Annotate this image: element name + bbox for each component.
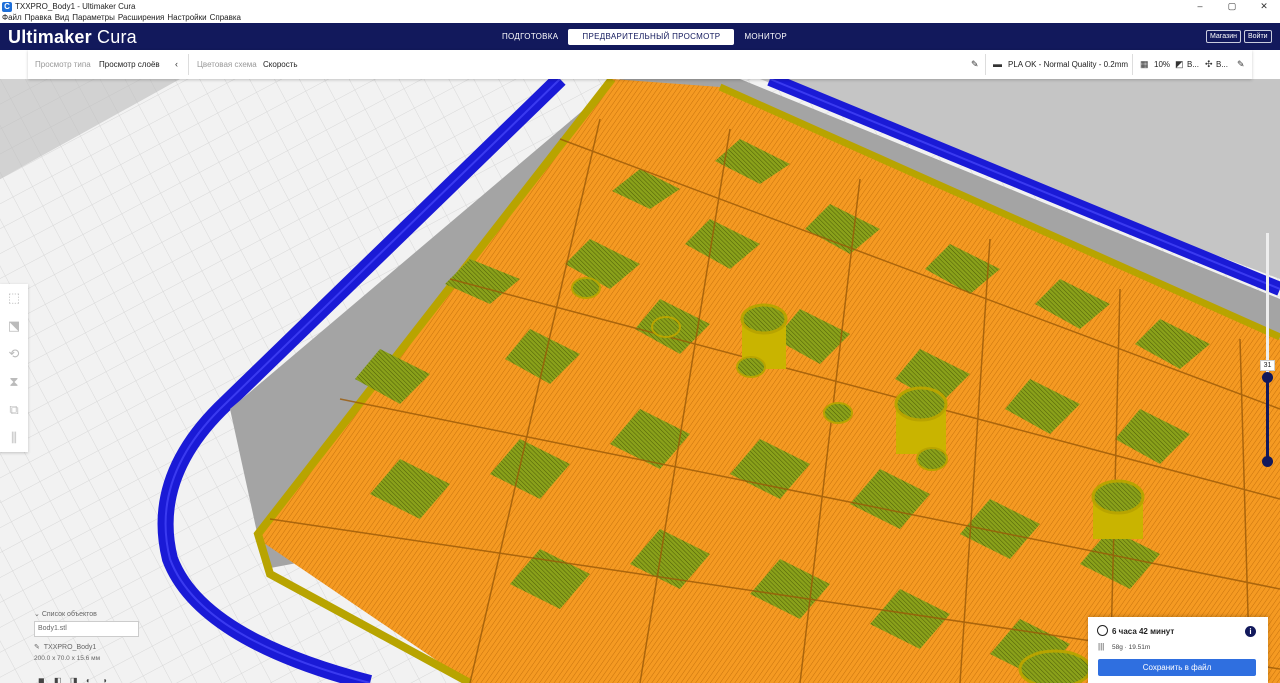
tool-panel: ⬚ ⬔ ⟲ ⧗ ⧉ ⫼ bbox=[0, 284, 28, 452]
toolbar-divider bbox=[1132, 54, 1133, 75]
object-list-toggle[interactable]: ⌄ Список объектов bbox=[34, 610, 154, 618]
print-info-panel: 6 часа 42 минут i ||| 58g · 19.51m Сохра… bbox=[1088, 617, 1268, 683]
brand-logo: Ultimaker Cura bbox=[8, 27, 137, 48]
color-scheme-label: Цветовая схема bbox=[197, 60, 257, 69]
sign-in-button[interactable]: Войти bbox=[1244, 30, 1272, 43]
infill-icon: ▦ bbox=[1140, 59, 1149, 69]
infill-value[interactable]: 10% bbox=[1154, 60, 1170, 69]
menu-file[interactable]: Файл bbox=[2, 13, 22, 23]
menu-settings[interactable]: Параметры bbox=[72, 13, 115, 23]
filament-icon: ||| bbox=[1098, 642, 1105, 651]
adhesion-icon: ✣ bbox=[1205, 59, 1213, 69]
support-value[interactable]: В... bbox=[1187, 60, 1199, 69]
layer-slider-range bbox=[1266, 377, 1269, 461]
per-model-settings-icon[interactable]: ⧉ bbox=[0, 396, 28, 424]
material-usage: 58g · 19.51m bbox=[1112, 644, 1151, 651]
window-title: TXXPRO_Body1 - Ultimaker Cura bbox=[15, 2, 136, 11]
support-blocker-icon[interactable]: ⫼ bbox=[0, 424, 28, 452]
left-view-icon[interactable]: ◐ bbox=[86, 676, 102, 683]
job-name[interactable]: ✎ TXXPRO_Body1 bbox=[34, 643, 154, 651]
window-titlebar: C TXXPRO_Body1 - Ultimaker Cura – ▢ ✕ bbox=[0, 0, 1280, 13]
job-name-label: TXXPRO_Body1 bbox=[43, 644, 97, 651]
toolbar-divider bbox=[188, 54, 189, 75]
printer-icon: ▬ bbox=[993, 59, 1002, 69]
menu-edit[interactable]: Правка bbox=[25, 13, 52, 23]
mirror-tool-icon[interactable]: ⧗ bbox=[0, 368, 28, 396]
chevron-left-icon[interactable]: ‹ bbox=[175, 59, 178, 69]
pencil-icon[interactable]: ✎ bbox=[971, 59, 979, 70]
app-header: Ultimaker Cura ПОДГОТОВКА ПРЕДВАРИТЕЛЬНЫ… bbox=[0, 23, 1280, 50]
layer-number-input[interactable]: 31 bbox=[1260, 360, 1275, 371]
layer-view-render bbox=[0, 79, 1280, 683]
object-dimensions: 200.0 x 70.0 x 15.6 мм bbox=[34, 655, 101, 662]
cube-icon[interactable]: ◼ bbox=[38, 676, 54, 683]
object-action-icons: ◼ ◧ ◨ ◐ ◑ bbox=[38, 676, 118, 683]
marketplace-button[interactable]: Магазин bbox=[1206, 30, 1242, 43]
rotate-tool-icon[interactable]: ⟲ bbox=[0, 340, 28, 368]
menu-help[interactable]: Справка bbox=[210, 13, 241, 23]
pencil-icon[interactable]: ✎ bbox=[1237, 59, 1245, 70]
object-list-item[interactable]: Body1.stl bbox=[34, 621, 139, 637]
right-view-icon[interactable]: ◑ bbox=[102, 676, 118, 683]
view-type-select[interactable]: Просмотр слоёв bbox=[99, 60, 160, 69]
view-type-label: Просмотр типа bbox=[35, 60, 91, 69]
maximize-button[interactable]: ▢ bbox=[1216, 0, 1248, 13]
menu-preferences[interactable]: Настройки bbox=[167, 13, 206, 23]
close-button[interactable]: ✕ bbox=[1248, 0, 1280, 13]
tab-preview[interactable]: ПРЕДВАРИТЕЛЬНЫЙ ПРОСМОТР bbox=[568, 29, 735, 45]
front-view-icon[interactable]: ◧ bbox=[54, 676, 70, 683]
save-to-file-button[interactable]: Сохранить в файл bbox=[1098, 659, 1256, 676]
brand-name-light: Cura bbox=[97, 27, 137, 47]
tab-prepare[interactable]: ПОДГОТОВКА bbox=[492, 29, 568, 45]
print-time: 6 часа 42 минут bbox=[1112, 627, 1175, 636]
window-controls: – ▢ ✕ bbox=[1184, 0, 1280, 13]
tab-monitor[interactable]: МОНИТОР bbox=[734, 29, 797, 45]
brand-name-bold: Ultimaker bbox=[8, 27, 92, 47]
adhesion-value[interactable]: В... bbox=[1216, 60, 1228, 69]
layer-slider-lower-handle[interactable] bbox=[1262, 456, 1273, 467]
menu-bar: Файл Правка Вид Параметры Расширения Нас… bbox=[0, 13, 1280, 23]
pencil-icon: ✎ bbox=[34, 644, 40, 651]
menu-view[interactable]: Вид bbox=[55, 13, 69, 23]
cura-app-icon: C bbox=[2, 1, 12, 12]
minimize-button[interactable]: – bbox=[1184, 0, 1216, 13]
object-list: ⌄ Список объектов Body1.stl ✎ TXXPRO_Bod… bbox=[34, 610, 154, 662]
view-toolbar: Просмотр типа Просмотр слоёв ‹ Цветовая … bbox=[28, 50, 1252, 79]
object-list-heading: Список объектов bbox=[41, 611, 97, 618]
print-profile-select[interactable]: PLA OK - Normal Quality - 0.2mm bbox=[1008, 60, 1128, 69]
info-icon[interactable]: i bbox=[1245, 626, 1256, 637]
menu-extensions[interactable]: Расширения bbox=[118, 13, 165, 23]
clock-icon bbox=[1097, 625, 1108, 636]
top-view-icon[interactable]: ◨ bbox=[70, 676, 86, 683]
3d-viewport[interactable] bbox=[0, 79, 1280, 683]
move-tool-icon[interactable]: ⬚ bbox=[0, 284, 28, 312]
layer-slider-upper-handle[interactable] bbox=[1262, 372, 1273, 383]
support-icon: ◩ bbox=[1175, 59, 1184, 69]
scale-tool-icon[interactable]: ⬔ bbox=[0, 312, 28, 340]
stage-tabs: ПОДГОТОВКА ПРЕДВАРИТЕЛЬНЫЙ ПРОСМОТР МОНИ… bbox=[492, 29, 797, 45]
toolbar-divider bbox=[985, 54, 986, 75]
color-scheme-select[interactable]: Скорость bbox=[263, 60, 298, 69]
